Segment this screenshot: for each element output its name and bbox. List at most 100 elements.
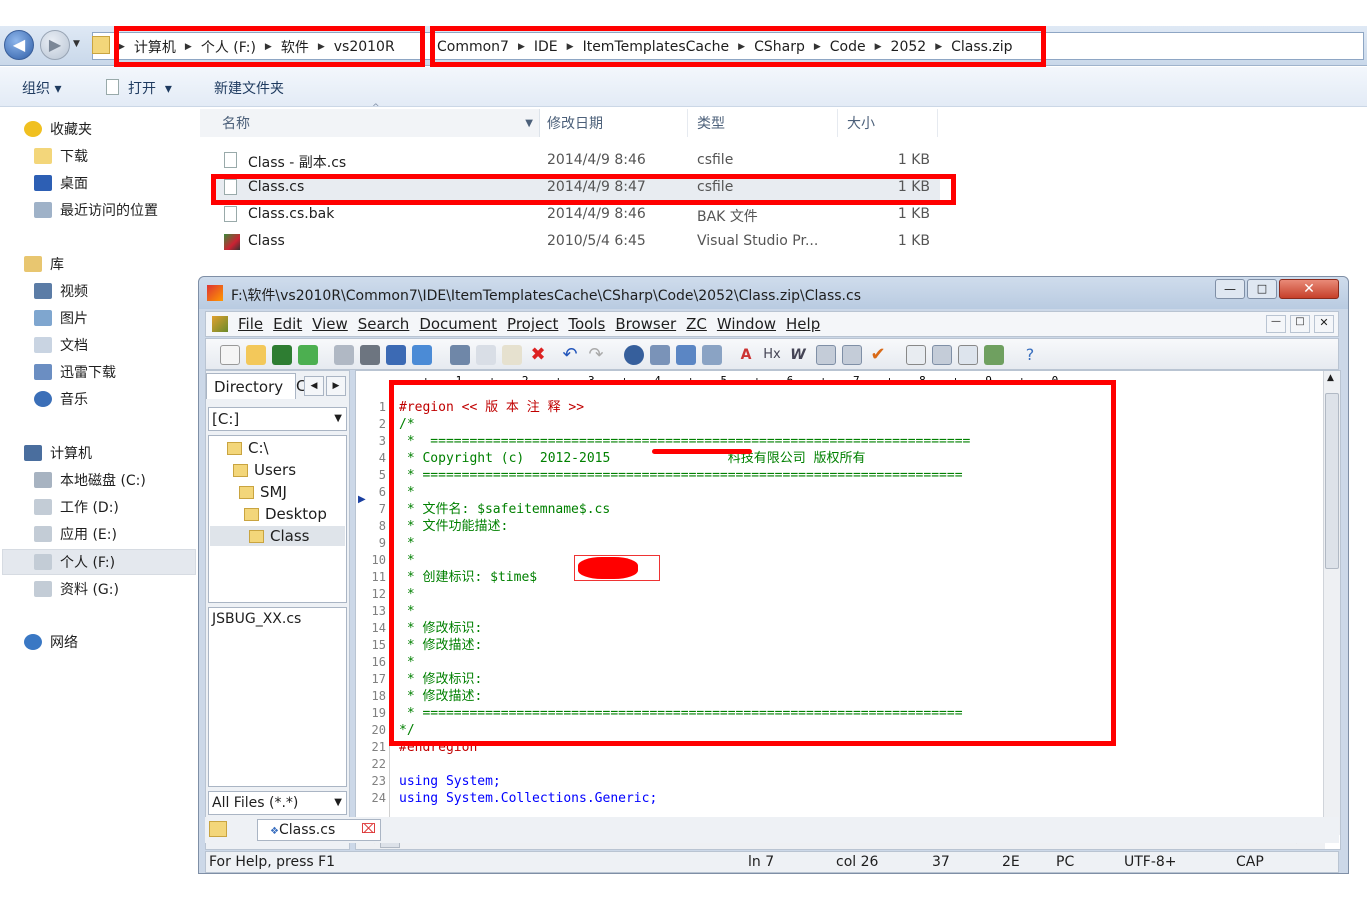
nav-documents[interactable]: 文档 [34, 334, 88, 356]
tree-item[interactable]: SMJ [239, 482, 287, 502]
menu-project[interactable]: Project [507, 315, 558, 333]
maximize-button[interactable]: □ [1247, 279, 1277, 299]
nav-recent[interactable]: 最近访问的位置 [34, 199, 158, 221]
find-icon[interactable] [624, 345, 644, 365]
cut-icon[interactable] [450, 345, 470, 365]
menu-browser[interactable]: Browser [615, 315, 676, 333]
nav-drive-e[interactable]: 应用 (E:) [34, 523, 117, 545]
column-date[interactable]: 修改日期 [540, 109, 688, 137]
vertical-scrollbar[interactable]: ▲ ▼ [1323, 371, 1340, 835]
tree-item[interactable]: C:\ [227, 438, 269, 458]
nav-library[interactable]: 库 [24, 253, 64, 275]
crumb-common7[interactable]: Common7 [437, 39, 509, 55]
line-numbers-icon[interactable] [816, 345, 836, 365]
print-icon[interactable] [360, 345, 380, 365]
open-file-icon[interactable] [246, 345, 266, 365]
crumb-class-zip[interactable]: Class.zip [951, 39, 1012, 55]
ftp-icon[interactable] [412, 345, 432, 365]
scroll-up-icon[interactable]: ▲ [1327, 373, 1334, 383]
close-button[interactable]: ✕ [1279, 279, 1339, 299]
column-dropdown-icon[interactable]: ▼ [525, 118, 533, 129]
file-row[interactable]: Class - 副本.cs 2014/4/9 8:46 csfile 1 KB [212, 148, 940, 174]
help-cursor-icon[interactable]: ? [1020, 345, 1040, 365]
crumb-code[interactable]: Code [830, 39, 866, 55]
undo-icon[interactable]: ↶ [560, 345, 580, 365]
menu-help[interactable]: Help [786, 315, 820, 333]
crumb-csharp[interactable]: CSharp [754, 39, 805, 55]
save-all-icon[interactable] [298, 345, 318, 365]
forward-button[interactable]: ▶ [40, 30, 70, 60]
new-folder-button[interactable]: 新建文件夹 [214, 78, 284, 98]
nav-thunder[interactable]: 迅雷下载 [34, 361, 116, 383]
print-preview-icon[interactable] [334, 345, 354, 365]
nav-network[interactable]: 网络 [24, 631, 78, 653]
nav-drive-c[interactable]: 本地磁盘 (C:) [34, 469, 146, 491]
tab-scroll-left[interactable]: ◀ [304, 376, 324, 396]
new-file-icon[interactable] [220, 345, 240, 365]
nav-music[interactable]: 音乐 [34, 388, 88, 410]
uppercase-icon[interactable]: A [736, 345, 756, 365]
minimize-button[interactable]: — [1215, 279, 1245, 299]
vertical-scroll-thumb[interactable] [1325, 393, 1339, 569]
tab-scroll-right[interactable]: ▶ [326, 376, 346, 396]
column-type[interactable]: 类型 [688, 109, 838, 137]
tab-directory[interactable]: Directory [206, 373, 296, 399]
find-in-files-icon[interactable] [676, 345, 696, 365]
open-menu[interactable]: 打开 ▾ [128, 78, 172, 98]
menu-tools[interactable]: Tools [568, 315, 605, 333]
column-name[interactable]: 名称 ▼ ^ [200, 103, 540, 137]
function-list-icon[interactable] [958, 345, 978, 365]
redo-icon[interactable]: ↷ [586, 345, 606, 365]
nav-desktop[interactable]: 桌面 [34, 172, 88, 194]
sort-icon[interactable] [842, 345, 862, 365]
checkmark-icon[interactable]: ✔ [868, 345, 888, 365]
nav-drive-f[interactable]: 个人 (F:) [34, 551, 115, 573]
mdi-close-button[interactable]: ✕ [1314, 315, 1334, 333]
file-row-selected[interactable]: Class.cs 2014/4/9 8:47 csfile 1 KB [212, 175, 940, 201]
document-tab[interactable]: ❖Class.cs ⌧ [257, 819, 381, 841]
copy-icon[interactable] [476, 345, 496, 365]
nav-pictures[interactable]: 图片 [34, 307, 88, 329]
nav-drive-d[interactable]: 工作 (D:) [34, 496, 119, 518]
tree-item-selected[interactable]: Class [210, 526, 345, 546]
organize-menu[interactable]: 组织 ▾ [22, 78, 61, 98]
output-window-icon[interactable] [984, 345, 1004, 365]
file-row[interactable]: Class 2010/5/4 6:45 Visual Studio Pr... … [212, 229, 940, 255]
menu-view[interactable]: View [312, 315, 348, 333]
menu-zc[interactable]: ZC [686, 315, 707, 333]
crumb-2052[interactable]: 2052 [891, 39, 927, 55]
hex-icon[interactable]: Hx [762, 345, 782, 365]
filter-select[interactable]: All Files (*.*) ▼ [208, 791, 347, 815]
tree-item[interactable]: Users [233, 460, 296, 480]
delete-icon[interactable]: ✖ [528, 345, 548, 365]
code-editor[interactable]: ----+----1----+----2----+----3----+----4… [355, 370, 1341, 850]
crumb-vs2010r[interactable]: vs2010R [334, 39, 395, 55]
list-icon[interactable] [906, 345, 926, 365]
file-row[interactable]: Class.cs.bak 2014/4/9 8:46 BAK 文件 1 KB [212, 202, 940, 228]
mdi-restore-button[interactable]: □ [1290, 315, 1310, 333]
file-tree-icon[interactable] [932, 345, 952, 365]
replace-icon[interactable] [650, 345, 670, 365]
menu-window[interactable]: Window [717, 315, 776, 333]
recent-pages-icon[interactable]: ▼ [73, 39, 80, 49]
goto-icon[interactable] [702, 345, 722, 365]
paste-icon[interactable] [502, 345, 522, 365]
close-tab-icon[interactable]: ⌧ [361, 822, 376, 837]
crumb-itemtemplatescache[interactable]: ItemTemplatesCache [583, 39, 730, 55]
nav-video[interactable]: 视频 [34, 280, 88, 302]
nav-computer[interactable]: 计算机 [24, 442, 92, 464]
drive-select[interactable]: [C:] ▼ [208, 407, 347, 431]
crumb-computer[interactable]: 计算机 [134, 37, 176, 57]
menu-file[interactable]: File [238, 315, 263, 333]
menu-edit[interactable]: Edit [273, 315, 302, 333]
nav-downloads[interactable]: 下载 [34, 145, 88, 167]
nav-favorites[interactable]: 收藏夹 [24, 118, 92, 140]
save-icon[interactable] [272, 345, 292, 365]
crumb-ide[interactable]: IDE [534, 39, 558, 55]
nav-drive-g[interactable]: 资料 (G:) [34, 578, 119, 600]
column-size[interactable]: 大小 [838, 109, 938, 137]
back-button[interactable]: ◀ [4, 30, 34, 60]
menu-search[interactable]: Search [358, 315, 410, 333]
mdi-minimize-button[interactable]: — [1266, 315, 1286, 333]
menu-document[interactable]: Document [419, 315, 497, 333]
